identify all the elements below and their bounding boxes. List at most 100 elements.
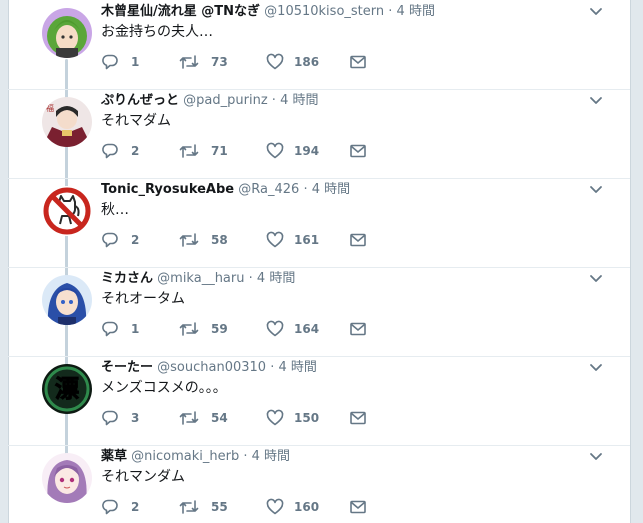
kanji-emblem-avatar: 漂: [42, 364, 92, 414]
user-handle[interactable]: @nicomaki_herb: [131, 449, 239, 464]
direct-message-button[interactable]: [349, 141, 379, 161]
retweet-count: 59: [211, 322, 228, 336]
display-name[interactable]: Tonic_RyosukeAbe: [101, 182, 234, 197]
tweet[interactable]: 福 ぷりんぜっと @pad_purinz · 4 時間 それマダム 2 71 1…: [8, 89, 630, 179]
reply-count: 1: [131, 322, 140, 336]
tweet-header: Tonic_RyosukeAbe @Ra_426 · 4 時間: [101, 181, 350, 199]
tweet-timestamp[interactable]: 4 時間: [257, 271, 295, 286]
heart-icon: [266, 409, 284, 426]
tweet-text: メンズコスメの。。。: [101, 380, 227, 396]
like-button[interactable]: 164: [266, 319, 319, 339]
user-handle[interactable]: @mika__haru: [157, 271, 244, 286]
tweet-timestamp[interactable]: 4 時間: [279, 360, 317, 375]
tweet[interactable]: Tonic_RyosukeAbe @Ra_426 · 4 時間 秋… 2 58 …: [8, 178, 630, 268]
green-hair-character-avatar: [42, 8, 92, 58]
display-name[interactable]: ぷりんぜっと: [101, 93, 179, 108]
direct-message-button[interactable]: [349, 52, 379, 72]
tweet-timestamp[interactable]: 4 時間: [397, 4, 435, 19]
separator-dot: ·: [243, 449, 248, 464]
retweet-button[interactable]: 59: [179, 319, 228, 339]
reply-count: 2: [131, 233, 140, 247]
retweet-icon: [179, 144, 199, 158]
avatar[interactable]: [42, 453, 92, 503]
like-button[interactable]: 150: [266, 408, 319, 428]
tweet[interactable]: 漂 そーたー @souchan00310 · 4 時間 メンズコスメの。。。 3…: [8, 356, 630, 446]
reply-icon: [102, 499, 118, 515]
retweet-count: 54: [211, 411, 228, 425]
reply-button[interactable]: 1: [101, 52, 139, 72]
tweet[interactable]: 薬草 @nicomaki_herb · 4 時間 それマンダム 2 55 160: [8, 445, 630, 523]
user-handle[interactable]: @Ra_426: [238, 182, 299, 197]
chevron-down-icon[interactable]: [588, 360, 604, 376]
tweet-actions: 2 58 161: [101, 230, 401, 250]
reply-icon: [102, 232, 118, 248]
reply-button[interactable]: 3: [101, 408, 139, 428]
retweet-button[interactable]: 58: [179, 230, 228, 250]
blue-hair-character-avatar: [42, 275, 92, 325]
tweet-actions: 2 71 194: [101, 141, 401, 161]
avatar[interactable]: [42, 186, 92, 236]
chevron-down-icon[interactable]: [588, 271, 604, 287]
tweet[interactable]: ミカさん @mika__haru · 4 時間 それオータム 1 59 164: [8, 267, 630, 357]
direct-message-button[interactable]: [349, 319, 379, 339]
retweet-button[interactable]: 71: [179, 141, 228, 161]
tweet-header: ミカさん @mika__haru · 4 時間: [101, 270, 295, 288]
chevron-down-icon[interactable]: [588, 182, 604, 198]
direct-message-button[interactable]: [349, 230, 379, 250]
tweet-actions: 3 54 150: [101, 408, 401, 428]
envelope-icon: [350, 55, 366, 69]
retweet-button[interactable]: 55: [179, 497, 228, 517]
like-button[interactable]: 161: [266, 230, 319, 250]
envelope-icon: [350, 322, 366, 336]
separator-dot: ·: [303, 182, 308, 197]
tweet-timestamp[interactable]: 4 時間: [280, 93, 318, 108]
retweet-button[interactable]: 54: [179, 408, 228, 428]
retweet-count: 55: [211, 500, 228, 514]
heart-icon: [266, 142, 284, 159]
chevron-down-icon[interactable]: [588, 93, 604, 109]
envelope-icon: [350, 411, 366, 425]
avatar[interactable]: [42, 8, 92, 58]
like-count: 164: [294, 322, 320, 336]
retweet-icon: [179, 411, 199, 425]
display-name[interactable]: 木曾星仙/流れ星 @TNなぎ: [101, 4, 260, 19]
envelope-icon: [350, 500, 366, 514]
tweet-timestamp[interactable]: 4 時間: [252, 449, 290, 464]
display-name[interactable]: 薬草: [101, 449, 127, 464]
tweet-timestamp[interactable]: 4 時間: [312, 182, 350, 197]
reply-button[interactable]: 2: [101, 497, 139, 517]
retweet-icon: [179, 55, 199, 69]
avatar[interactable]: 漂: [42, 364, 92, 414]
tweet-header: 木曾星仙/流れ星 @TNなぎ @10510kiso_stern · 4 時間: [101, 3, 435, 21]
user-handle[interactable]: @souchan00310: [157, 360, 266, 375]
avatar[interactable]: 福: [42, 97, 92, 147]
like-button[interactable]: 186: [266, 52, 319, 72]
tweet[interactable]: 木曾星仙/流れ星 @TNなぎ @10510kiso_stern · 4 時間 お…: [8, 0, 630, 90]
tweet-actions: 1 73 186: [101, 52, 401, 72]
retweet-button[interactable]: 73: [179, 52, 228, 72]
scrollbar-track[interactable]: [630, 0, 643, 523]
like-count: 194: [294, 144, 320, 158]
reply-button[interactable]: 1: [101, 319, 139, 339]
like-button[interactable]: 194: [266, 141, 319, 161]
heart-icon: [266, 498, 284, 515]
tweet-header: 薬草 @nicomaki_herb · 4 時間: [101, 448, 290, 466]
purple-hair-character-avatar: [42, 453, 92, 503]
reply-count: 2: [131, 144, 140, 158]
display-name[interactable]: ミカさん: [101, 271, 153, 286]
retweet-count: 73: [211, 55, 228, 69]
user-handle[interactable]: @pad_purinz: [183, 93, 267, 108]
direct-message-button[interactable]: [349, 408, 379, 428]
reply-button[interactable]: 2: [101, 230, 139, 250]
envelope-icon: [350, 144, 366, 158]
direct-message-button[interactable]: [349, 497, 379, 517]
like-button[interactable]: 160: [266, 497, 319, 517]
avatar[interactable]: [42, 275, 92, 325]
chevron-down-icon[interactable]: [588, 449, 604, 465]
user-handle[interactable]: @10510kiso_stern: [264, 4, 384, 19]
reply-button[interactable]: 2: [101, 141, 139, 161]
chevron-down-icon[interactable]: [588, 4, 604, 20]
heart-icon: [266, 53, 284, 70]
tweet-text: 秋…: [101, 202, 129, 218]
display-name[interactable]: そーたー: [101, 360, 153, 375]
